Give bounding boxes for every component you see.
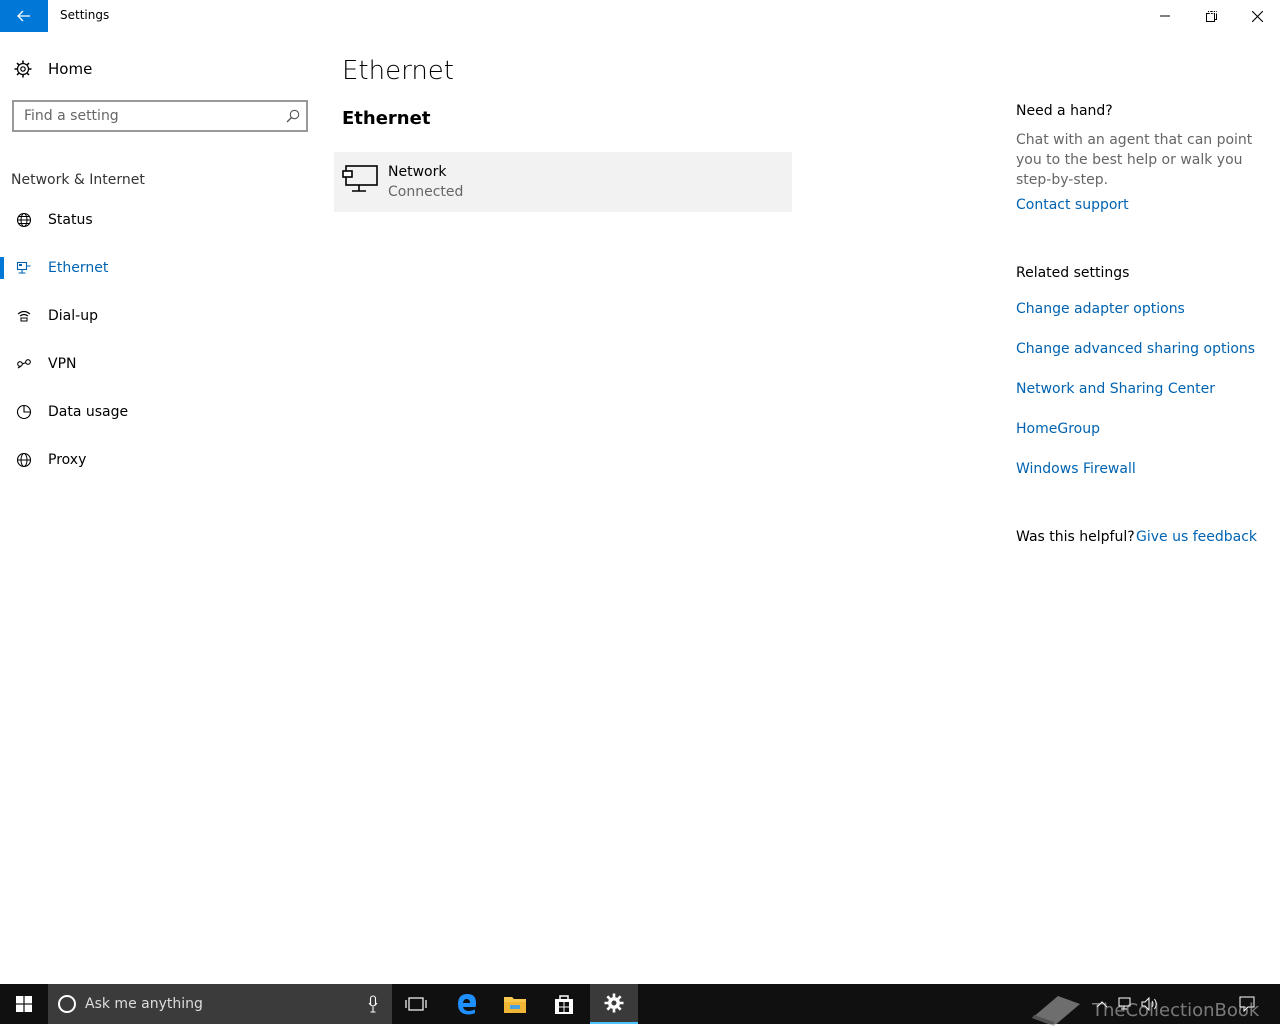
windows-logo-icon [16, 996, 32, 1012]
windows-firewall-link[interactable]: Windows Firewall [1016, 461, 1136, 477]
book-icon [1032, 996, 1080, 1026]
sidebar-item-status[interactable]: Status [0, 196, 320, 244]
sidebar-item-ethernet[interactable]: Ethernet [0, 244, 320, 292]
clock-time: 10:01 AM [1168, 5, 1222, 18]
title-bar: Settings [0, 0, 1280, 32]
vpn-icon [17, 359, 31, 369]
microphone-icon[interactable] [368, 995, 378, 1013]
settings-taskbar-button[interactable] [590, 984, 638, 1024]
sidebar-item-dial-up[interactable]: Dial-up [0, 292, 320, 340]
close-button[interactable] [1234, 0, 1280, 32]
give-feedback-link[interactable]: Give us feedback [1136, 529, 1257, 545]
sidebar-item-label: Ethernet [48, 260, 109, 276]
search-input[interactable] [24, 108, 274, 124]
sidebar-item-label: VPN [48, 356, 77, 372]
sidebar-item-proxy[interactable]: Proxy [0, 436, 320, 484]
dialup-icon [17, 310, 31, 322]
sidebar-item-label: Status [48, 212, 93, 228]
find-setting-search [12, 100, 308, 132]
help-text: Chat with an agent that can point you to… [1016, 132, 1253, 188]
file-explorer-icon [504, 997, 526, 1013]
home-nav-item[interactable]: Home [14, 58, 92, 80]
sidebar: Home Network & Internet Status Ethernet [0, 32, 320, 984]
gear-icon [14, 60, 32, 78]
ethernet-icon [16, 261, 31, 274]
back-button[interactable] [0, 0, 48, 32]
network-status: Connected [388, 184, 464, 200]
sidebar-item-label: Data usage [48, 404, 129, 420]
page-title: Ethernet [342, 56, 454, 86]
data-usage-icon [16, 404, 32, 420]
sidebar-item-data-usage[interactable]: Data usage [0, 388, 320, 436]
store-button[interactable] [540, 984, 588, 1024]
task-view-button[interactable] [392, 984, 440, 1024]
section-heading: Ethernet [342, 108, 431, 129]
edge-button[interactable] [443, 984, 491, 1024]
sidebar-item-label: Proxy [48, 452, 87, 468]
homegroup-link[interactable]: HomeGroup [1016, 421, 1100, 437]
cortana-icon[interactable] [58, 995, 76, 1013]
cortana-search [48, 984, 392, 1024]
contact-support-link[interactable]: Contact support [1016, 197, 1129, 213]
cortana-search-input[interactable] [85, 996, 345, 1012]
arrow-left-icon [17, 10, 30, 22]
globe-status-icon [16, 212, 32, 228]
settings-gear-icon [604, 993, 624, 1013]
related-settings-heading: Related settings [1016, 265, 1130, 281]
help-heading: Need a hand? [1016, 103, 1113, 119]
sidebar-item-vpn[interactable]: VPN [0, 340, 320, 388]
clock-date: 1/8/2017 [1170, 20, 1220, 33]
network-connection-tile[interactable]: Network Connected [334, 152, 792, 212]
store-icon [555, 995, 573, 1014]
change-adapter-options-link[interactable]: Change adapter options [1016, 301, 1185, 317]
helpful-question: Was this helpful? [1016, 529, 1135, 545]
ethernet-computer-icon [342, 165, 378, 192]
search-icon[interactable] [286, 109, 300, 123]
close-icon [1251, 10, 1263, 22]
edge-icon [458, 994, 476, 1015]
network-name: Network [388, 164, 447, 180]
network-sharing-center-link[interactable]: Network and Sharing Center [1016, 381, 1215, 397]
watermark-text: TheCollectionBook [1092, 999, 1260, 1021]
window-title: Settings [60, 8, 110, 22]
watermark: TheCollectionBook [1030, 992, 1259, 1028]
sidebar-item-label: Dial-up [48, 308, 98, 324]
task-view-icon [405, 997, 427, 1011]
section-title: Network & Internet [11, 172, 145, 188]
file-explorer-button[interactable] [491, 984, 539, 1024]
change-advanced-sharing-link[interactable]: Change advanced sharing options [1016, 341, 1255, 357]
system-clock[interactable]: 10:01 AM 1/8/2017 [1160, 4, 1230, 34]
sidebar-nav: Status Ethernet Dial-up VPN Data usage P… [0, 196, 320, 484]
home-label: Home [48, 60, 93, 78]
start-button[interactable] [0, 984, 48, 1024]
globe-icon [16, 452, 32, 468]
